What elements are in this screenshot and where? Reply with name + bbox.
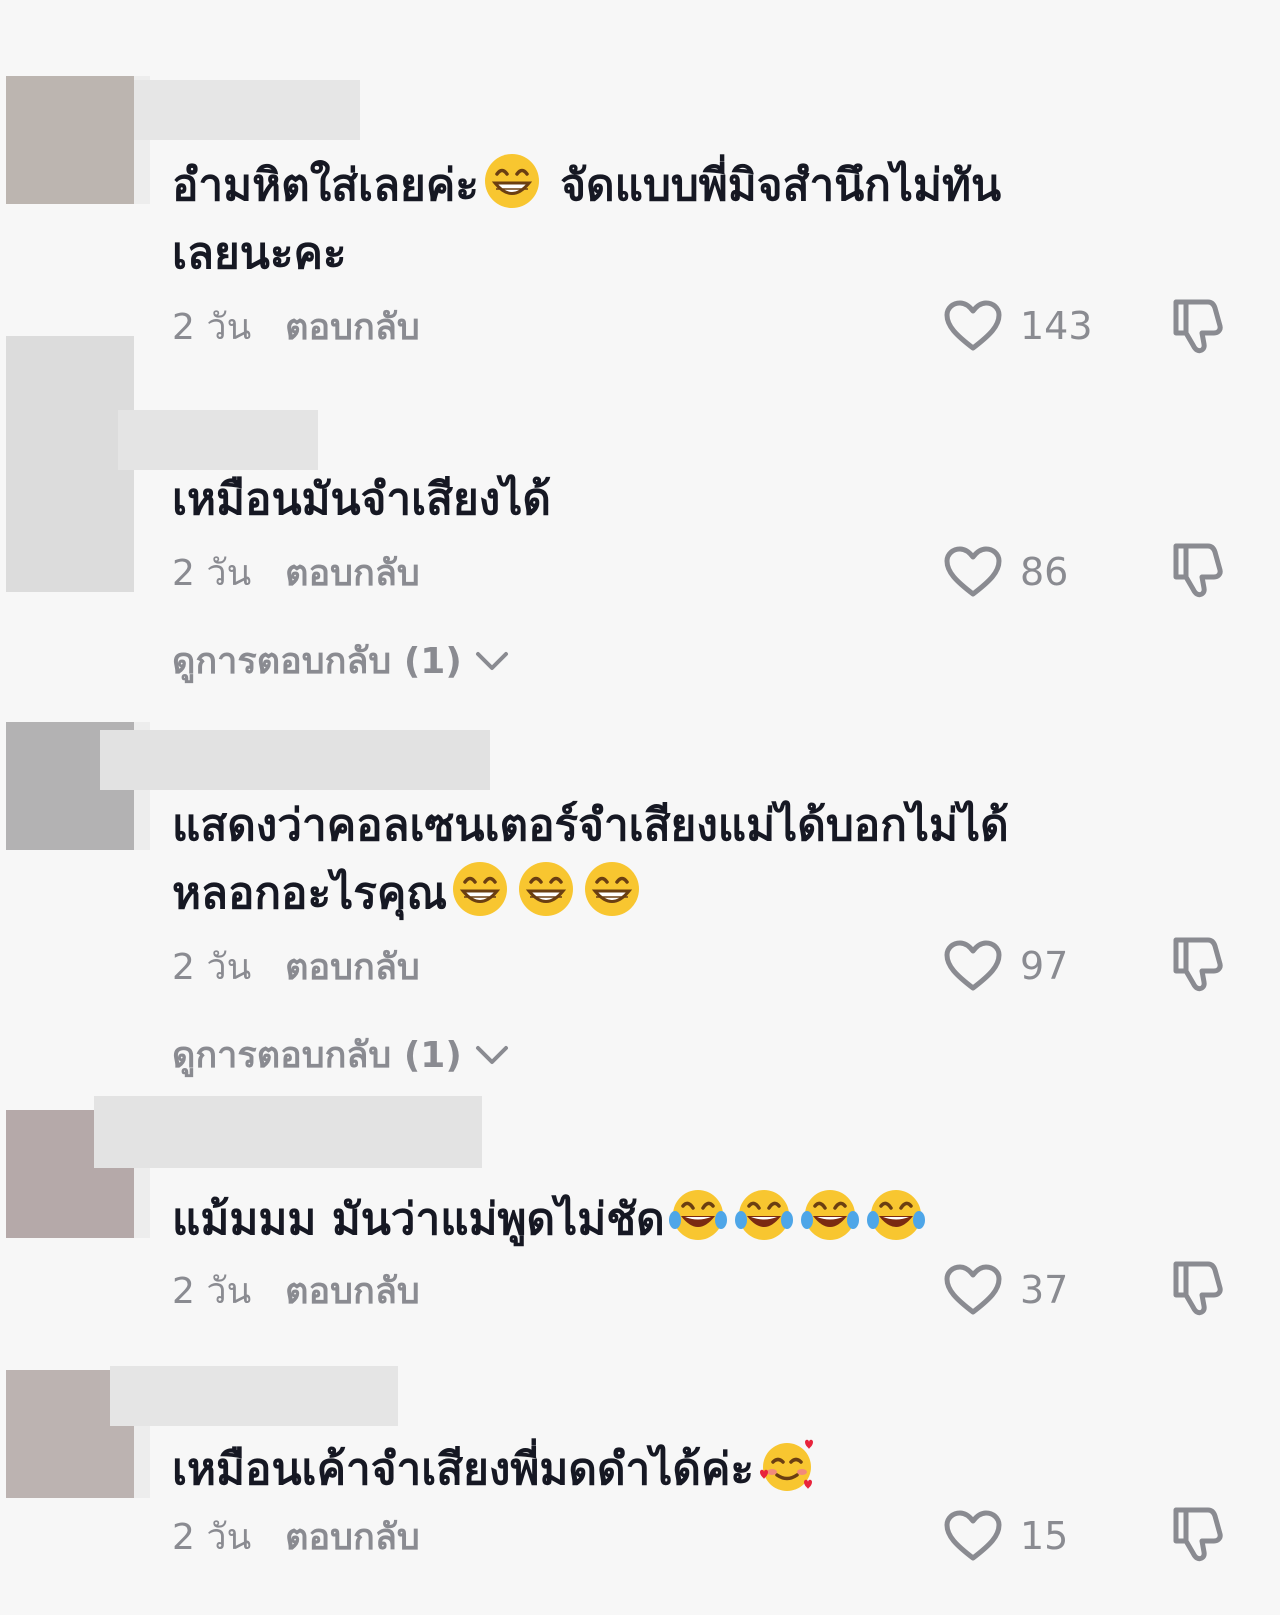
reply-button[interactable]: ตอบกลับ (285, 553, 420, 594)
thumbs-down-icon[interactable] (1168, 1504, 1228, 1564)
comment-meta: 2 วัน ตอบกลับ (172, 306, 420, 350)
dislike-button[interactable] (1168, 296, 1228, 356)
like-count: 86 (1020, 550, 1069, 594)
comment-meta: 2 วัน ตอบกลับ (172, 1516, 420, 1560)
username-blurred[interactable] (100, 730, 490, 790)
chevron-down-icon (472, 646, 512, 676)
username-blurred[interactable] (94, 1096, 482, 1168)
like-button[interactable]: 143 (944, 298, 1093, 354)
avatar[interactable] (6, 336, 134, 592)
comment-time: 2 วัน (172, 307, 252, 348)
username-blurred[interactable] (118, 410, 318, 470)
like-count: 97 (1020, 944, 1069, 988)
comment-text: เหมือนมันจำเสียงได้ (172, 474, 551, 525)
comment-text-line2: หลอกอะไรคุณ (172, 860, 645, 928)
like-button[interactable]: 97 (944, 938, 1068, 994)
view-replies-button[interactable]: ดูการตอบกลับ (1) (172, 1026, 512, 1083)
dislike-button[interactable] (1168, 540, 1228, 600)
comment-time: 2 วัน (172, 553, 252, 594)
thumbs-down-icon[interactable] (1168, 296, 1228, 356)
chevron-down-icon (472, 1040, 512, 1070)
like-button[interactable]: 15 (944, 1508, 1068, 1564)
dislike-button[interactable] (1168, 1504, 1228, 1564)
tears-of-joy-emoji (735, 1186, 793, 1244)
dislike-button[interactable] (1168, 934, 1228, 994)
heart-icon[interactable] (944, 300, 1002, 352)
comment-text: แสดงว่าคอลเซนเตอร์จำเสียงแม่ได้บอกไม่ได้ (172, 800, 1009, 851)
heart-icon[interactable] (944, 940, 1002, 992)
reply-button[interactable]: ตอบกลับ (285, 1271, 420, 1312)
username-blurred[interactable] (134, 80, 360, 140)
reply-button[interactable]: ตอบกลับ (285, 947, 420, 988)
comment-time: 2 วัน (172, 1517, 252, 1558)
like-count: 143 (1020, 304, 1093, 348)
thumbs-down-icon[interactable] (1168, 1258, 1228, 1318)
thumbs-down-icon[interactable] (1168, 540, 1228, 600)
grinning-face-emoji (517, 860, 575, 918)
avatar[interactable] (6, 76, 134, 204)
tears-of-joy-emoji (801, 1186, 859, 1244)
view-replies-button[interactable]: ดูการตอบกลับ (1) (172, 632, 512, 689)
grinning-face-emoji (583, 860, 641, 918)
heart-icon[interactable] (944, 1264, 1002, 1316)
heart-icon[interactable] (944, 546, 1002, 598)
grinning-face-emoji (451, 860, 509, 918)
reply-button[interactable]: ตอบกลับ (285, 307, 420, 348)
username-blurred[interactable] (110, 1366, 398, 1426)
smiling-face-with-hearts-emoji (758, 1436, 816, 1494)
grinning-face-emoji (483, 152, 541, 210)
like-button[interactable]: 37 (944, 1262, 1068, 1318)
like-button[interactable]: 86 (944, 544, 1068, 600)
reply-button[interactable]: ตอบกลับ (285, 1517, 420, 1558)
comment-text-line2: เลยนะคะ (172, 228, 347, 279)
tears-of-joy-emoji (867, 1186, 925, 1244)
thumbs-down-icon[interactable] (1168, 934, 1228, 994)
comment-time: 2 วัน (172, 1271, 252, 1312)
comment-meta: 2 วัน ตอบกลับ (172, 552, 420, 596)
comment-text: เหมือนเค้าจำเสียงพี่มดดำได้ค่ะ (172, 1436, 820, 1504)
like-count: 37 (1020, 1268, 1069, 1312)
comment-text: แม้มมม มันว่าแม่พูดไม่ชัด (172, 1186, 929, 1254)
like-count: 15 (1020, 1514, 1069, 1558)
comment-time: 2 วัน (172, 947, 252, 988)
comment-text: อำมหิตใส่เลยค่ะ จัดแบบพี่มิจสำนึกไม่ทัน (172, 152, 1001, 220)
dislike-button[interactable] (1168, 1258, 1228, 1318)
heart-icon[interactable] (944, 1510, 1002, 1562)
tears-of-joy-emoji (669, 1186, 727, 1244)
comment-meta: 2 วัน ตอบกลับ (172, 946, 420, 990)
comment-meta: 2 วัน ตอบกลับ (172, 1270, 420, 1314)
